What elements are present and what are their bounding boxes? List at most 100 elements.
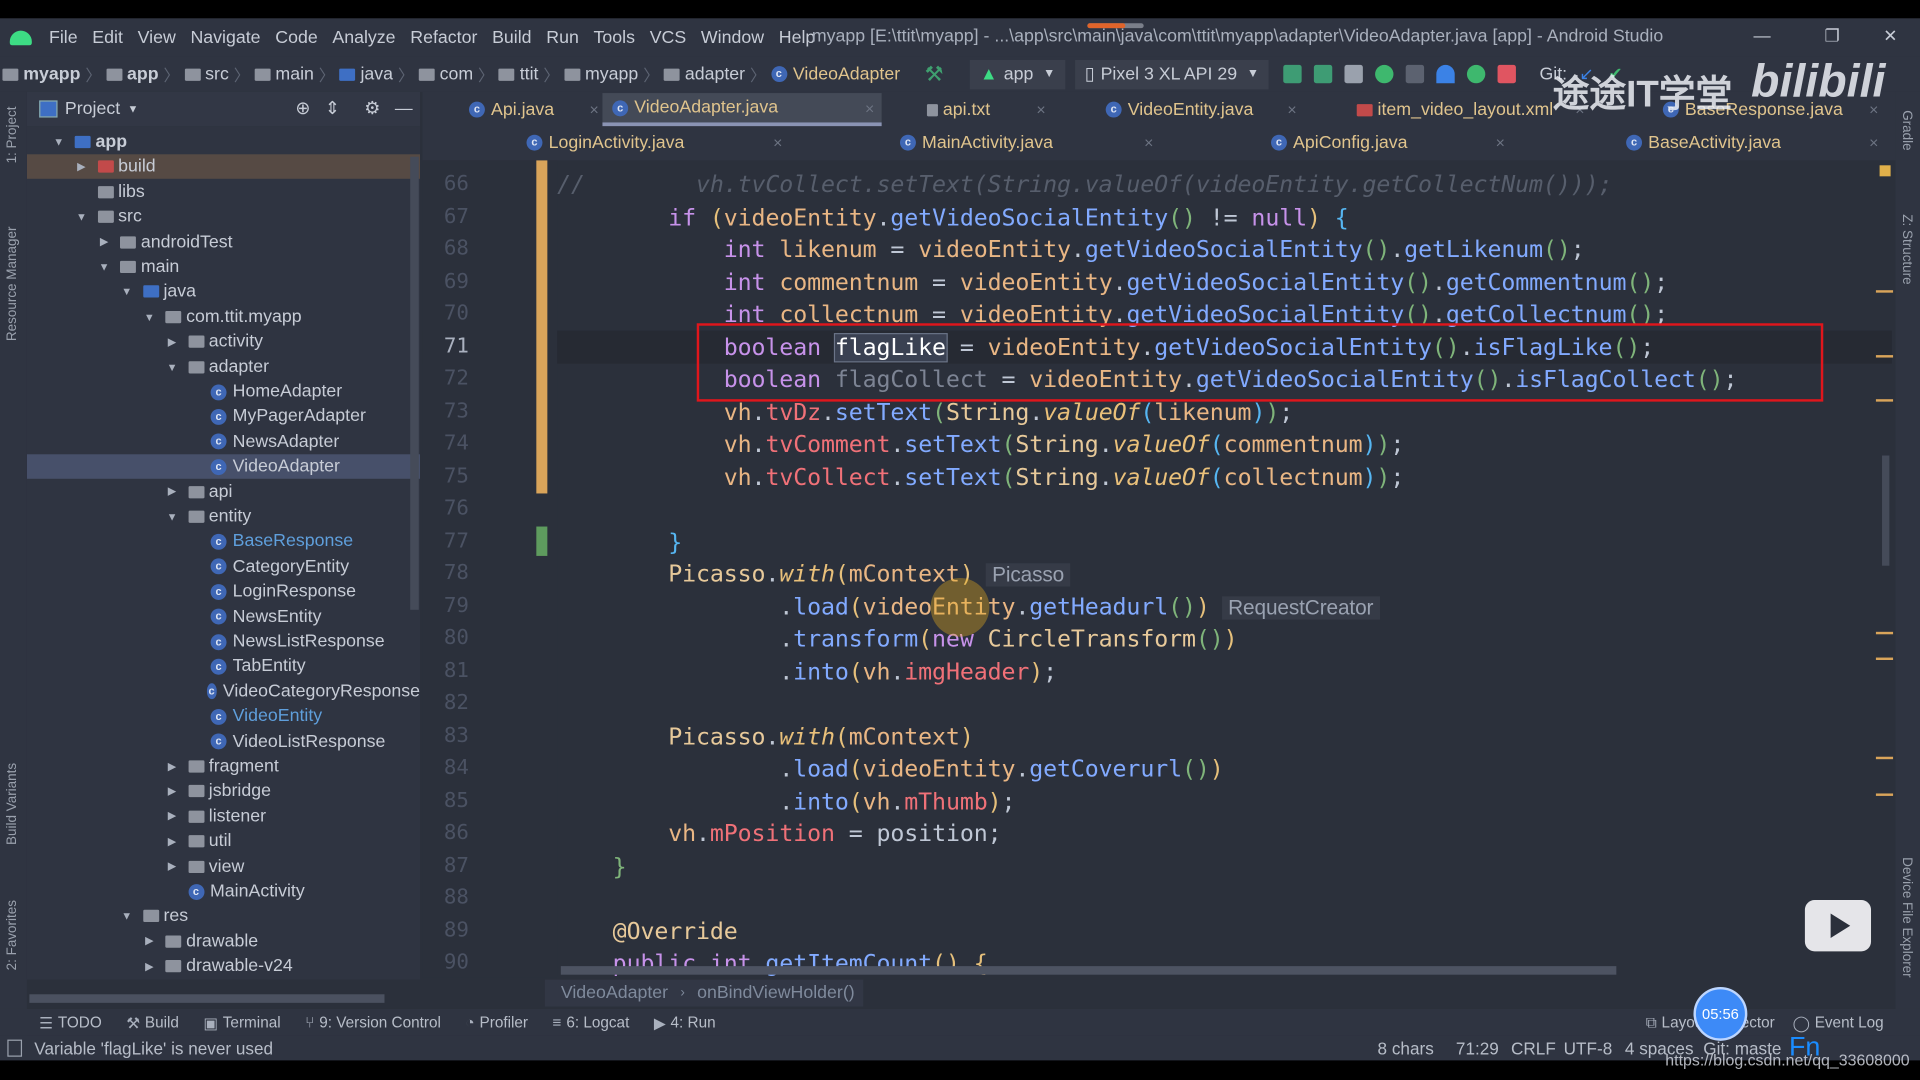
tree-item-categoryentity[interactable]: c CategoryEntity (27, 554, 420, 578)
tree-item-mainactivity[interactable]: c MainActivity (27, 879, 420, 903)
tree-item-view[interactable]: ▶ view (27, 854, 420, 878)
tree-item-activity[interactable]: ▶ activity (27, 330, 420, 354)
caret-position[interactable]: 71:29 (1456, 1038, 1499, 1058)
expanded-arrow-icon[interactable]: ▼ (53, 136, 65, 148)
structure-tool-button[interactable]: Z: Structure (1899, 214, 1914, 284)
chevron-down-icon[interactable]: ▼ (128, 103, 139, 115)
nav-crumb-main[interactable]: main 〉 (254, 62, 340, 85)
collapsed-arrow-icon[interactable]: ▶ (98, 235, 110, 248)
tree-item-adapter[interactable]: ▼ adapter (27, 355, 420, 379)
close-tab-icon[interactable]: × (589, 100, 598, 118)
tree-item-drawable[interactable]: ▶ drawable (27, 929, 420, 953)
tree-item-entity[interactable]: ▼ entity (27, 504, 420, 528)
device-file-explorer-tool-button[interactable]: Device File Explorer (1899, 857, 1914, 978)
editor-vertical-scrollbar[interactable] (1882, 455, 1890, 566)
tree-item-app[interactable]: ▼ app (27, 130, 420, 154)
expanded-arrow-icon[interactable]: ▼ (166, 361, 178, 373)
tree-item-res[interactable]: ▼ res (27, 904, 420, 928)
menu-window[interactable]: Window (694, 28, 772, 48)
tool-window-6-logcat[interactable]: ≡ 6: Logcat (553, 1013, 630, 1031)
tree-item-newsentity[interactable]: c NewsEntity (27, 604, 420, 628)
minimize-button[interactable]: — (1753, 26, 1770, 46)
maximize-button[interactable]: ❐ (1824, 26, 1839, 47)
tree-item-util[interactable]: ▶ util (27, 829, 420, 853)
expanded-arrow-icon[interactable]: ▼ (98, 261, 110, 273)
expanded-arrow-icon[interactable]: ▼ (121, 286, 133, 298)
collapsed-arrow-icon[interactable]: ▶ (166, 485, 178, 498)
favorites-tool-button[interactable]: 2: Favorites (5, 900, 20, 970)
expanded-arrow-icon[interactable]: ▼ (75, 211, 87, 223)
close-tab-icon[interactable]: × (1144, 133, 1153, 151)
close-tab-icon[interactable]: × (1869, 133, 1878, 151)
menu-view[interactable]: View (130, 28, 183, 48)
error-stripe-mark[interactable] (1875, 631, 1894, 635)
tree-item-com-ttit-myapp[interactable]: ▼ com.ttit.myapp (27, 305, 420, 329)
tree-item-java[interactable]: ▼ java (27, 280, 420, 304)
nav-crumb-java[interactable]: java 〉 (339, 62, 419, 85)
tool-window-4-run[interactable]: ▶ 4: Run (654, 1013, 716, 1032)
collapse-all-icon[interactable]: ⇕ (325, 99, 340, 119)
tree-item-homeadapter[interactable]: c HomeAdapter (27, 380, 420, 404)
tab-baseactivity-java[interactable]: c BaseActivity.java × (1616, 126, 1885, 159)
sync-icon[interactable] (1344, 64, 1364, 84)
tree-item-mypageradapter[interactable]: c MyPagerAdapter (27, 405, 420, 429)
analysis-status-icon[interactable] (1879, 165, 1891, 177)
apply-changes-icon[interactable] (1283, 64, 1302, 84)
tree-item-newsadapter[interactable]: c NewsAdapter (27, 430, 420, 454)
nav-crumb-com[interactable]: com 〉 (418, 62, 499, 85)
tree-item-newslistresponse[interactable]: c NewsListResponse (27, 629, 420, 653)
collapsed-arrow-icon[interactable]: ▶ (166, 835, 178, 848)
tab-apiconfig-java[interactable]: c ApiConfig.java × (1261, 126, 1512, 159)
device-dropdown[interactable]: ▯ Pixel 3 XL API 29 ▼ (1074, 59, 1269, 89)
error-stripe-mark[interactable] (1875, 355, 1894, 358)
collapsed-arrow-icon[interactable]: ▶ (166, 785, 178, 798)
profile-icon[interactable] (1436, 64, 1455, 84)
locate-icon[interactable]: ⊕ (295, 99, 310, 119)
tool-window-terminal[interactable]: ▣ Terminal (203, 1013, 280, 1032)
collapsed-arrow-icon[interactable]: ▶ (75, 160, 87, 173)
tab-loginactivity-java[interactable]: c LoginActivity.java × (517, 126, 790, 159)
tree-item-baseresponse[interactable]: c BaseResponse (27, 529, 420, 553)
error-stripe-mark[interactable] (1875, 793, 1894, 796)
stop-icon[interactable] (1497, 64, 1517, 84)
menu-navigate[interactable]: Navigate (183, 28, 268, 48)
tree-item-drawable-v24[interactable]: ▶ drawable-v24 (27, 954, 420, 978)
tree-item-videolistresponse[interactable]: c VideoListResponse (27, 729, 420, 753)
close-tab-icon[interactable]: × (1287, 100, 1296, 118)
collapsed-arrow-icon[interactable]: ▶ (166, 760, 178, 773)
error-stripe-mark[interactable] (1875, 657, 1894, 661)
gear-icon[interactable]: ⚙ (364, 99, 380, 119)
tree-scrollbar[interactable] (410, 156, 419, 610)
menu-refactor[interactable]: Refactor (403, 28, 485, 48)
tree-horizontal-scrollbar[interactable] (29, 994, 385, 1003)
apply-code-changes-icon[interactable] (1314, 64, 1333, 84)
close-tab-icon[interactable]: × (1036, 100, 1045, 118)
tree-item-loginresponse[interactable]: c LoginResponse (27, 579, 420, 603)
expanded-arrow-icon[interactable]: ▼ (166, 511, 178, 523)
file-encoding[interactable]: UTF-8 (1564, 1038, 1613, 1058)
toggle-tool-windows-icon[interactable] (7, 1039, 23, 1057)
tab-mainactivity-java[interactable]: c MainActivity.java × (890, 126, 1161, 159)
collapsed-arrow-icon[interactable]: ▶ (166, 810, 178, 823)
collapsed-arrow-icon[interactable]: ▶ (166, 860, 178, 873)
project-view-dropdown[interactable]: Project (65, 99, 120, 119)
menu-build[interactable]: Build (485, 28, 539, 48)
expanded-arrow-icon[interactable]: ▼ (121, 910, 133, 922)
menu-analyze[interactable]: Analyze (325, 28, 403, 48)
tab-api-txt[interactable]: api.txt × (917, 93, 1053, 126)
tab-videoentity-java[interactable]: c VideoEntity.java × (1096, 93, 1304, 126)
tab-videoadapter-java[interactable]: c VideoAdapter.java × (602, 93, 882, 127)
close-window-button[interactable]: ✕ (1883, 26, 1897, 47)
tree-item-videoentity[interactable]: c VideoEntity (27, 704, 420, 728)
project-tool-button[interactable]: 1: Project (5, 107, 20, 164)
tool-window-9-version-control[interactable]: ⑂ 9: Version Control (305, 1013, 441, 1031)
tab-api-java[interactable]: c Api.java × (459, 93, 606, 126)
run-config-dropdown[interactable]: ▲ app ▼ (970, 59, 1066, 89)
tree-item-libs[interactable]: libs (27, 180, 420, 204)
close-tab-icon[interactable]: × (773, 133, 782, 151)
collapsed-arrow-icon[interactable]: ▶ (143, 935, 155, 948)
line-separator[interactable]: CRLF (1511, 1038, 1556, 1058)
tree-item-fragment[interactable]: ▶ fragment (27, 754, 420, 778)
nav-crumb-videoadapter[interactable]: c VideoAdapter (770, 64, 900, 84)
resource-manager-tool-button[interactable]: Resource Manager (5, 227, 20, 342)
